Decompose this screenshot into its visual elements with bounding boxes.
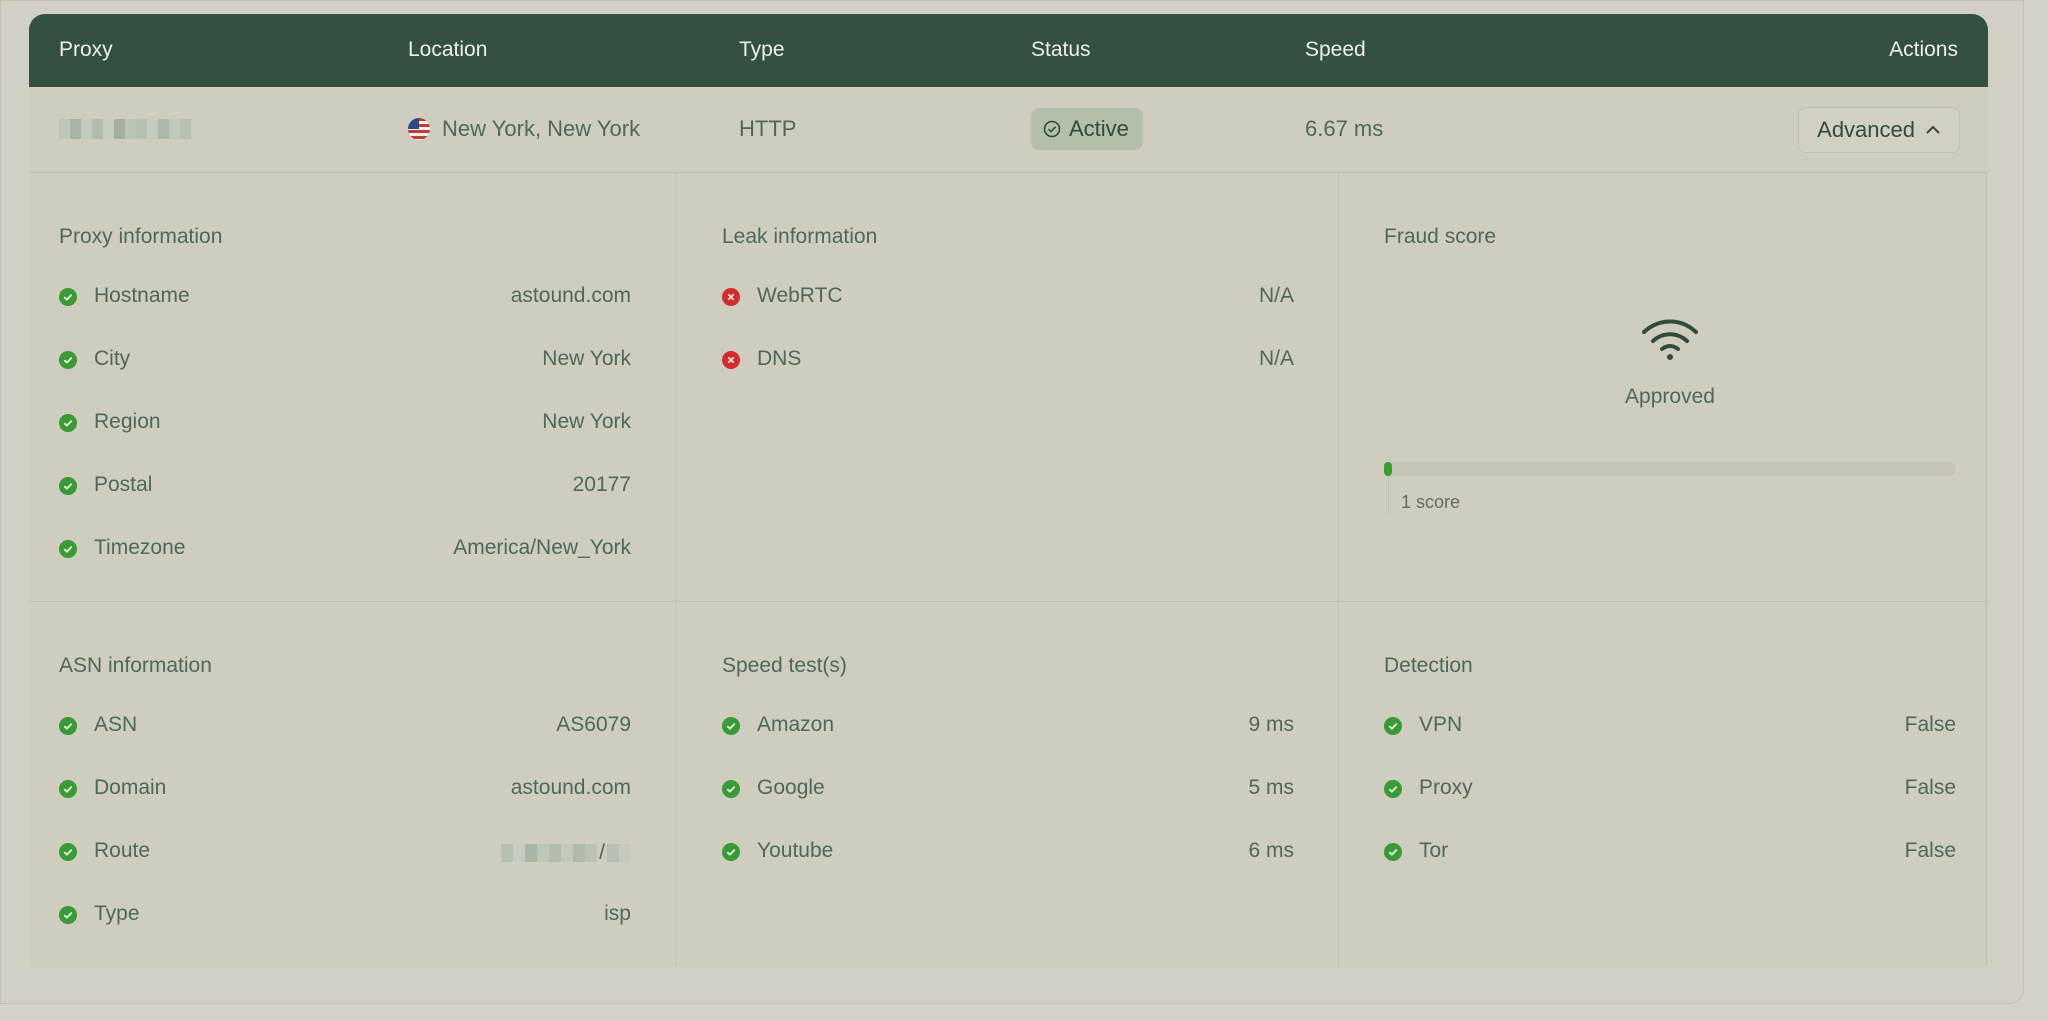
check-circle-icon (1384, 717, 1402, 735)
list-item: Google 5 ms (722, 774, 1294, 804)
list-item: Proxy False (1384, 774, 1956, 804)
check-circle-icon (1384, 843, 1402, 861)
check-circle-icon (722, 780, 740, 798)
fraud-score-label: 1 score (1401, 492, 1461, 512)
route-redacted (501, 844, 598, 862)
row-speed: 6.67 ms (1305, 116, 1384, 141)
list-item: Youtube 6 ms (722, 837, 1294, 867)
leak-information-panel: Leak information WebRTC N/A DNS N/A (722, 172, 1294, 600)
route-value: / (501, 841, 631, 865)
list-item: DNS N/A (722, 345, 1294, 375)
check-circle-icon (59, 717, 77, 735)
chevron-up-icon (1925, 124, 1941, 136)
advanced-button[interactable]: Advanced (1798, 107, 1960, 153)
col-status[interactable]: Status (1031, 38, 1091, 62)
details-grid: Proxy information Hostname astound.com C… (29, 172, 1988, 966)
x-circle-icon (722, 288, 740, 306)
check-circle-icon (59, 540, 77, 558)
check-circle-icon (722, 717, 740, 735)
check-circle-icon (59, 414, 77, 432)
check-circle-icon (59, 843, 77, 861)
route-redacted (607, 844, 631, 862)
divider (1986, 172, 1987, 966)
col-actions: Actions (1889, 38, 1958, 61)
check-circle-icon (59, 477, 77, 495)
row-type: HTTP (739, 116, 797, 141)
list-item: Type isp (59, 900, 631, 930)
x-circle-icon (722, 351, 740, 369)
fraud-status: Approved (1625, 385, 1715, 408)
panel-title: Fraud score (1384, 225, 1497, 248)
col-proxy[interactable]: Proxy (59, 38, 113, 62)
fraud-score-panel: Fraud score Approved 1 score (1384, 172, 1956, 600)
advanced-label: Advanced (1817, 117, 1915, 142)
list-item: Amazon 9 ms (722, 711, 1294, 741)
col-location[interactable]: Location (408, 38, 487, 62)
list-item: WebRTC N/A (722, 282, 1294, 312)
panel-title: Proxy information (59, 225, 223, 248)
list-item: Domain astound.com (59, 774, 631, 804)
table-row[interactable]: New York, New York HTTP Active 6.67 ms A… (29, 87, 1988, 173)
divider (675, 172, 676, 966)
table-header: Proxy Location Type Status Speed Actions (29, 14, 1988, 87)
list-item: Hostname astound.com (59, 282, 631, 312)
proxy-address-redacted (59, 119, 191, 139)
check-circle-icon (59, 906, 77, 924)
proxy-information-panel: Proxy information Hostname astound.com C… (59, 172, 631, 600)
check-circle-icon (59, 780, 77, 798)
status-label: Active (1069, 116, 1129, 141)
panel-title: Speed test(s) (722, 654, 847, 677)
list-item: VPN False (1384, 711, 1956, 741)
status-badge: Active (1031, 108, 1143, 150)
score-marker (1388, 476, 1389, 514)
list-item: City New York (59, 345, 631, 375)
list-item: Tor False (1384, 837, 1956, 867)
panel-title: ASN information (59, 654, 212, 677)
check-circle-icon (1384, 780, 1402, 798)
detection-panel: Detection VPN False Proxy False Tor Fals… (1384, 602, 1956, 966)
us-flag-icon (408, 118, 430, 140)
asn-information-panel: ASN information ASN AS6079 Domain astoun… (59, 602, 631, 966)
wifi-icon (1384, 315, 1956, 366)
list-item: Timezone America/New_York (59, 534, 631, 564)
list-item: Region New York (59, 408, 631, 438)
check-circle-icon (59, 288, 77, 306)
panel-title: Detection (1384, 654, 1473, 677)
fraud-score-bar (1384, 462, 1956, 476)
col-type[interactable]: Type (739, 38, 785, 62)
check-circle-outline-icon (1043, 120, 1061, 138)
fraud-score-fill (1384, 462, 1392, 476)
row-location: New York, New York (442, 116, 641, 141)
list-item: Postal 20177 (59, 471, 631, 501)
list-item: Route / (59, 837, 631, 867)
speed-tests-panel: Speed test(s) Amazon 9 ms Google 5 ms Yo… (722, 602, 1294, 966)
list-item: ASN AS6079 (59, 711, 631, 741)
col-speed[interactable]: Speed (1305, 38, 1366, 62)
proxy-table: Proxy Location Type Status Speed Actions… (29, 14, 1988, 966)
panel-title: Leak information (722, 225, 878, 248)
divider (1338, 172, 1339, 966)
check-circle-icon (722, 843, 740, 861)
check-circle-icon (59, 351, 77, 369)
